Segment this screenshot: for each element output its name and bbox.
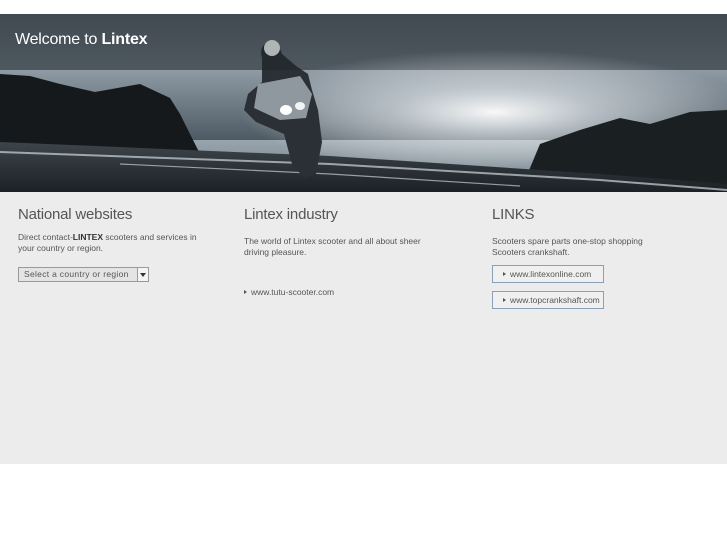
links-desc-line-1: Scooters spare parts one-stop shopping bbox=[492, 236, 643, 246]
links-title: LINKS bbox=[492, 206, 535, 223]
arrow-right-icon bbox=[503, 298, 506, 302]
links-desc-line-2: Scooters crankshaft. bbox=[492, 247, 570, 257]
country-select[interactable]: Select a country or region bbox=[18, 267, 149, 282]
top-strip bbox=[0, 0, 727, 15]
national-desc-prefix: Direct contact- bbox=[18, 232, 73, 242]
links-desc: Scooters spare parts one-stop shopping S… bbox=[492, 236, 692, 258]
lintex-industry-section: Lintex industry The world of Lintex scoo… bbox=[244, 206, 449, 297]
lintexonline-link-button[interactable]: www.lintexonline.com bbox=[492, 265, 604, 283]
lintexonline-link[interactable]: www.lintexonline.com bbox=[503, 269, 591, 279]
content-area: National websites Direct contact-LINTEX … bbox=[0, 192, 727, 464]
tutu-scooter-link-label: www.tutu-scooter.com bbox=[251, 287, 335, 297]
hero-banner: Welcome to Lintex bbox=[0, 14, 727, 192]
topcrankshaft-link-button[interactable]: www.topcrankshaft.com bbox=[492, 291, 604, 309]
topcrankshaft-link-label: www.topcrankshaft.com bbox=[510, 295, 600, 305]
topcrankshaft-link[interactable]: www.topcrankshaft.com bbox=[503, 295, 600, 305]
national-websites-desc: Direct contact-LINTEX scooters and servi… bbox=[18, 232, 198, 254]
lintex-industry-desc: The world of Lintex scooter and all abou… bbox=[244, 236, 421, 257]
tutu-scooter-link[interactable]: www.tutu-scooter.com bbox=[244, 287, 334, 297]
brand-name: Lintex bbox=[101, 31, 148, 48]
lintex-industry-title: Lintex industry bbox=[244, 206, 338, 223]
links-section: LINKS Scooters spare parts one-stop shop… bbox=[492, 206, 692, 309]
welcome-text: Welcome to bbox=[15, 31, 98, 48]
lintexonline-link-label: www.lintexonline.com bbox=[510, 269, 592, 279]
welcome-heading: Welcome to Lintex bbox=[15, 31, 148, 49]
national-websites-title: National websites bbox=[18, 206, 133, 223]
national-websites-section: National websites Direct contact-LINTEX … bbox=[18, 206, 203, 282]
arrow-right-icon bbox=[503, 272, 506, 276]
national-desc-brand: LINTEX bbox=[72, 232, 104, 242]
chevron-down-icon[interactable] bbox=[137, 268, 148, 281]
country-select-value: Select a country or region bbox=[24, 269, 129, 279]
arrow-right-icon bbox=[244, 290, 247, 294]
